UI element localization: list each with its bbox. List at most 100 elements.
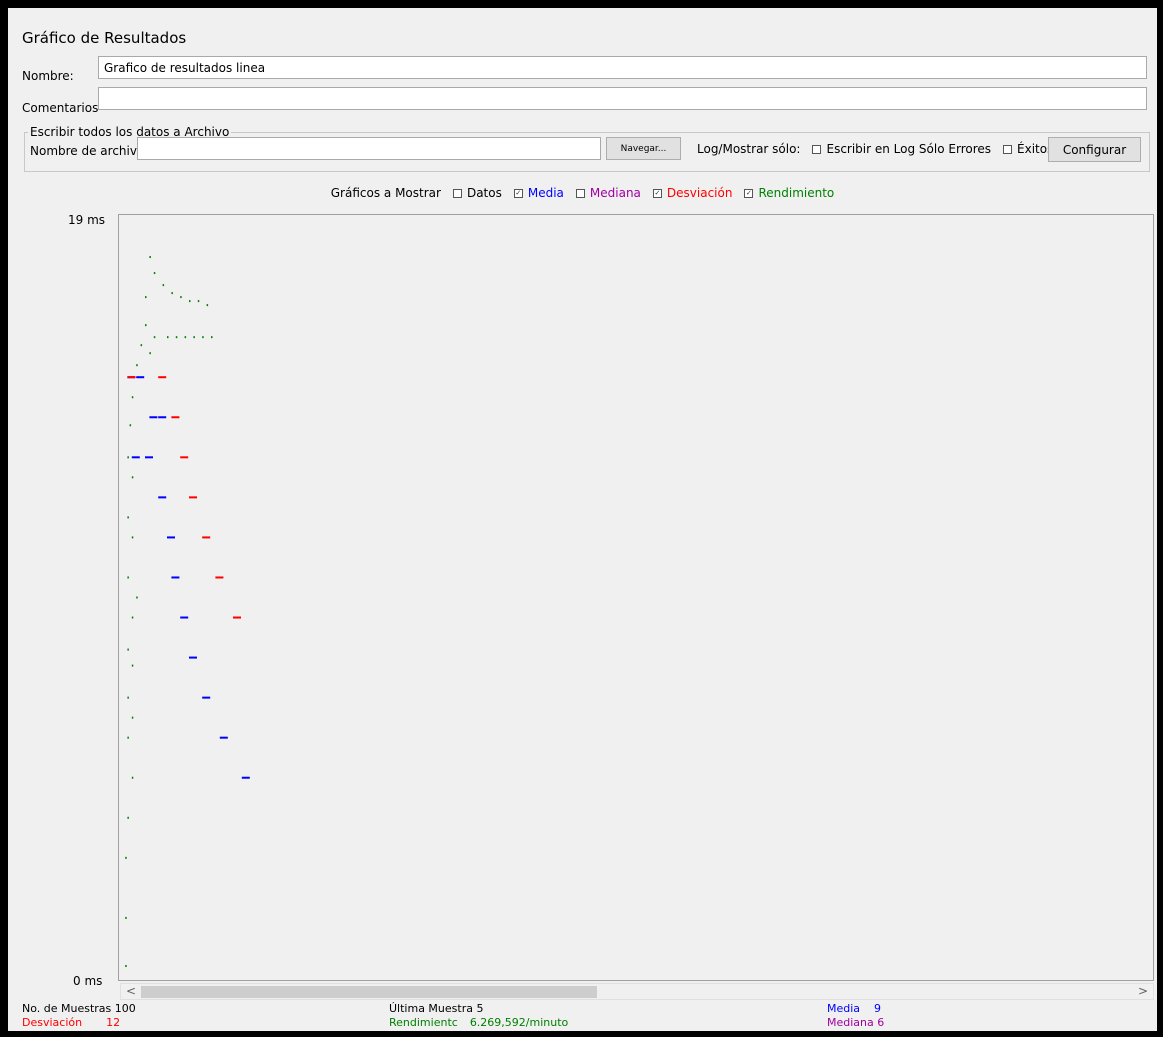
last-sample-stat: Última Muestra 5 — [389, 1002, 483, 1015]
desviacin-point — [215, 576, 224, 579]
last-sample-value: 5 — [476, 1002, 484, 1015]
graphs-to-show-bar: Gráficos a Mostrar Datos ✓ Media Mediana ✓ De… — [8, 186, 1157, 200]
rendimiento-point — [136, 364, 138, 367]
rendimiento-point — [131, 776, 134, 779]
desviacin-point — [171, 416, 180, 419]
rendimiento-point — [131, 476, 134, 479]
rendimiento-point — [125, 856, 127, 859]
rendimiento-point — [193, 336, 195, 339]
results-graph-panel: Gráfico de Resultados Nombre: Comentario… — [8, 8, 1157, 1031]
rendimiento-point — [125, 916, 127, 919]
rendimiento-point — [197, 300, 200, 303]
rendimiento-point — [127, 456, 129, 459]
graph-option-datos[interactable]: Datos — [441, 186, 502, 200]
median-stat: Mediana 6 — [827, 1016, 884, 1029]
chart-svg — [125, 256, 250, 967]
mean-stat: Media 9 — [827, 1002, 881, 1015]
horizontal-scrollbar[interactable]: < > — [120, 983, 1154, 1000]
rendimiento-point — [149, 256, 151, 259]
rendimiento-point — [136, 596, 138, 599]
errors-only-checkbox[interactable]: Escribir en Log Sólo Errores — [800, 142, 991, 156]
last-sample-label: Última Muestra — [389, 1002, 473, 1015]
rendimiento-point — [167, 336, 169, 339]
rendimiento-point — [140, 344, 143, 347]
y-axis-top-label: 19 ms — [68, 213, 106, 227]
scroll-right-icon[interactable]: > — [1138, 984, 1148, 999]
mean-label: Media — [827, 1002, 861, 1015]
rendimiento-point — [211, 336, 213, 339]
deviation-label: Desviación — [22, 1016, 83, 1029]
media-point — [180, 616, 189, 619]
rendimiento-point — [180, 296, 182, 299]
rendimiento-point — [127, 696, 129, 699]
panel-title: Gráfico de Resultados — [22, 29, 187, 47]
graph-option-label: Rendimiento — [758, 186, 835, 200]
rendimiento-point — [202, 336, 204, 339]
rendimiento-point — [131, 396, 134, 399]
scroll-left-icon[interactable]: < — [126, 984, 136, 999]
media-point — [202, 696, 211, 699]
success-checkbox-box[interactable] — [1003, 144, 1013, 154]
media-point — [145, 456, 153, 459]
errors-only-checkbox-box[interactable] — [812, 144, 822, 154]
samples-value: 100 — [114, 1002, 136, 1015]
median-label: Mediana — [827, 1016, 874, 1029]
deviation-value: 12 — [106, 1016, 121, 1029]
graph-option-checkbox[interactable]: ✓ — [744, 188, 754, 198]
rendimiento-point — [127, 736, 129, 739]
media-point — [136, 376, 145, 379]
median-value: 6 — [877, 1016, 885, 1029]
name-input[interactable] — [98, 56, 1147, 79]
rendimiento-point — [153, 272, 156, 275]
graph-option-checkbox[interactable]: ✓ — [652, 188, 662, 198]
rendimiento-point — [162, 284, 165, 287]
throughput-value: 6.269,592/minuto — [469, 1016, 569, 1029]
media-point — [167, 536, 175, 539]
graph-option-mediana[interactable]: Mediana — [564, 186, 641, 200]
y-axis-bottom-label: 0 ms — [73, 974, 103, 988]
samples-stat: No. de Muestras 100 — [22, 1002, 136, 1015]
rendimiento-point — [145, 324, 147, 327]
log-label: Log/Mostrar sólo: — [697, 142, 801, 156]
rendimiento-point — [175, 336, 178, 339]
rendimiento-point — [206, 304, 209, 307]
rendimiento-point — [131, 664, 134, 667]
plot-area — [118, 214, 1154, 981]
filename-label: Nombre de archivc — [30, 144, 144, 158]
throughput-label: Rendimientc — [389, 1016, 458, 1029]
media-point — [219, 736, 228, 739]
rendimiento-point — [189, 300, 191, 303]
mean-value: 9 — [874, 1002, 882, 1015]
deviation-stat: Desviación 12 — [22, 1016, 120, 1029]
rendimiento-point — [131, 716, 134, 719]
desviacin-point — [127, 376, 136, 379]
rendimiento-point — [131, 616, 134, 619]
scrollbar-thumb[interactable] — [141, 986, 597, 998]
graph-option-label: Datos — [466, 186, 502, 200]
graph-option-media[interactable]: ✓ Media — [502, 186, 564, 200]
name-label: Nombre: — [22, 69, 74, 83]
comments-label: Comentarios — [22, 101, 99, 115]
success-checkbox[interactable]: Éxitos — [991, 142, 1053, 156]
rendimiento-point — [184, 336, 187, 339]
rendimiento-point — [127, 576, 129, 579]
graph-option-desviación[interactable]: ✓ Desviación — [641, 186, 732, 200]
rendimiento-point — [125, 964, 127, 967]
rendimiento-point — [171, 292, 173, 295]
graph-option-checkbox[interactable] — [452, 188, 462, 198]
rendimiento-point — [145, 296, 147, 299]
comments-input[interactable] — [98, 87, 1147, 110]
filename-input[interactable] — [137, 137, 601, 160]
graph-option-checkbox[interactable]: ✓ — [513, 188, 523, 198]
desviacin-point — [189, 496, 197, 499]
browse-button[interactable]: Navegar... — [606, 137, 681, 160]
log-options: Log/Mostrar sólo: Escribir en Log Sólo E… — [697, 142, 1053, 156]
graph-option-rendimiento[interactable]: ✓ Rendimiento — [732, 186, 834, 200]
graph-option-checkbox[interactable] — [575, 188, 585, 198]
configure-button[interactable]: Configurar — [1048, 137, 1141, 162]
rendimiento-point — [131, 536, 134, 539]
rendimiento-point — [127, 648, 129, 651]
desviacin-point — [158, 376, 167, 379]
desviacin-point — [202, 536, 211, 539]
desviacin-point — [180, 456, 189, 459]
